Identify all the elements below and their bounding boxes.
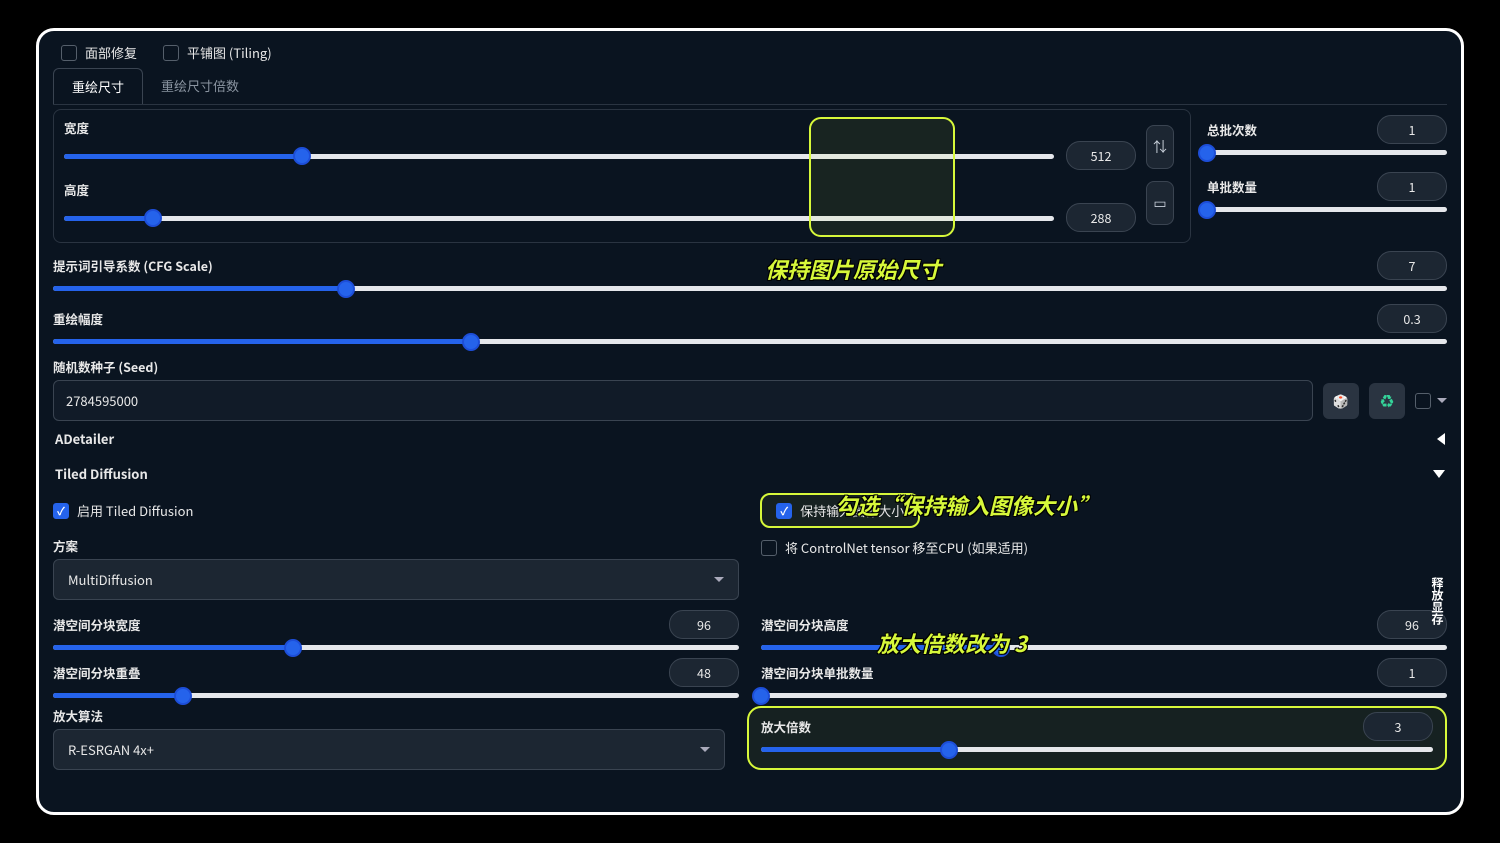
batch-controls: 总批次数 1 单批数量 1: [1207, 105, 1447, 243]
expand-icon: [1433, 470, 1445, 478]
checkbox-icon: [53, 503, 69, 519]
adetailer-accordion[interactable]: ADetailer: [53, 421, 1447, 456]
keep-input-size-label: 保持输入图像大小: [800, 501, 904, 520]
resize-tabs: 重绘尺寸 重绘尺寸倍数: [53, 68, 1447, 105]
aspect-icon: ▭: [1153, 193, 1166, 213]
reuse-seed-button[interactable]: ♻: [1369, 383, 1405, 419]
adetailer-title: ADetailer: [55, 429, 114, 448]
batch-count-value[interactable]: 1: [1377, 115, 1447, 144]
recycle-icon: ♻: [1380, 391, 1393, 410]
tiled-diffusion-title: Tiled Diffusion: [55, 464, 148, 483]
dimension-swap-column: ⇅ ▭: [1146, 118, 1180, 232]
height-value[interactable]: 288: [1066, 203, 1136, 232]
batch-size-slider[interactable]: [1207, 201, 1447, 217]
checkbox-icon: [1415, 393, 1431, 409]
height-label: 高度: [64, 180, 1136, 199]
batch-size-label: 单批数量: [1207, 177, 1257, 196]
height-slider[interactable]: [64, 210, 1054, 226]
swap-icon: ⇅: [1153, 137, 1167, 157]
dimension-controls: 宽度 512 高度 288: [64, 118, 1136, 232]
tile-overlap-label: 潜空间分块重叠: [53, 663, 141, 682]
random-seed-button[interactable]: 🎲: [1323, 383, 1359, 419]
move-tensor-cpu-checkbox[interactable]: 将 ControlNet tensor 移至CPU (如果适用): [761, 538, 1447, 557]
method-value: MultiDiffusion: [68, 570, 153, 589]
tile-width-label: 潜空间分块宽度: [53, 615, 141, 634]
method-select[interactable]: MultiDiffusion: [53, 559, 739, 600]
tile-height-label: 潜空间分块高度: [761, 615, 849, 634]
tile-width-value[interactable]: 96: [669, 610, 739, 639]
aspect-button[interactable]: ▭: [1146, 181, 1174, 225]
seed-label: 随机数种子 (Seed): [53, 357, 1447, 376]
enable-tiled-diffusion-checkbox[interactable]: 启用 Tiled Diffusion: [53, 501, 193, 520]
width-label: 宽度: [64, 118, 1136, 137]
width-value[interactable]: 512: [1066, 141, 1136, 170]
checkbox-icon: [61, 45, 77, 61]
denoise-value[interactable]: 0.3: [1377, 304, 1447, 333]
cfg-value[interactable]: 7: [1377, 251, 1447, 280]
tile-overlap-slider[interactable]: [53, 687, 739, 698]
enable-tiled-diffusion-label: 启用 Tiled Diffusion: [77, 501, 193, 520]
upscaler-value: R-ESRGAN 4x+: [68, 740, 154, 759]
free-vram-label: 释放显存: [1431, 577, 1443, 625]
collapse-icon: [1437, 433, 1445, 445]
method-label: 方案: [53, 536, 739, 555]
seed-input[interactable]: 2784595000: [53, 380, 1313, 421]
keep-input-size-checkbox[interactable]: 保持输入图像大小: [760, 493, 920, 528]
batch-count-slider[interactable]: [1207, 144, 1447, 160]
cfg-slider[interactable]: [53, 280, 1447, 296]
checkbox-icon: [163, 45, 179, 61]
scale-factor-value[interactable]: 3: [1363, 712, 1433, 741]
extra-seed-checkbox[interactable]: [1415, 393, 1447, 409]
scale-factor-slider[interactable]: [761, 741, 1433, 762]
tile-batch-size-slider[interactable]: [761, 687, 1447, 698]
tab-resize-to[interactable]: 重绘尺寸: [53, 68, 143, 104]
tile-batch-size-label: 潜空间分块单批数量: [761, 663, 874, 682]
chevron-down-icon: [1437, 398, 1447, 403]
checkbox-icon: [761, 540, 777, 556]
scale-factor-label: 放大倍数: [761, 717, 811, 736]
swap-dimensions-button[interactable]: ⇅: [1146, 125, 1174, 169]
batch-count-label: 总批次数: [1207, 120, 1257, 139]
upscaler-select[interactable]: R-ESRGAN 4x+: [53, 729, 725, 770]
denoise-slider[interactable]: [53, 333, 1447, 349]
tab-resize-by[interactable]: 重绘尺寸倍数: [143, 68, 257, 104]
tiling-checkbox[interactable]: 平铺图 (Tiling): [163, 43, 272, 62]
width-slider[interactable]: [64, 148, 1054, 164]
settings-panel: 面部修复 平铺图 (Tiling) 重绘尺寸 重绘尺寸倍数 宽度 512 高度: [36, 28, 1464, 815]
batch-size-value[interactable]: 1: [1377, 172, 1447, 201]
tiling-label: 平铺图 (Tiling): [187, 43, 272, 62]
tile-batch-size-value[interactable]: 1: [1377, 658, 1447, 687]
denoise-label: 重绘幅度: [53, 309, 103, 328]
tile-width-slider[interactable]: [53, 639, 739, 650]
top-checkbox-row: 面部修复 平铺图 (Tiling): [53, 39, 1447, 62]
tile-height-slider[interactable]: [761, 639, 1447, 650]
face-fix-label: 面部修复: [85, 43, 137, 62]
face-fix-checkbox[interactable]: 面部修复: [61, 43, 137, 62]
upscaler-label: 放大算法: [53, 706, 725, 725]
tile-overlap-value[interactable]: 48: [669, 658, 739, 687]
chevron-down-icon: [714, 577, 724, 582]
tiled-diffusion-accordion[interactable]: Tiled Diffusion: [53, 456, 1447, 491]
dice-icon: 🎲: [1333, 391, 1349, 410]
move-tensor-cpu-label: 将 ControlNet tensor 移至CPU (如果适用): [785, 538, 1028, 557]
checkbox-icon: [776, 503, 792, 519]
cfg-label: 提示词引导系数 (CFG Scale): [53, 256, 213, 275]
chevron-down-icon: [700, 747, 710, 752]
